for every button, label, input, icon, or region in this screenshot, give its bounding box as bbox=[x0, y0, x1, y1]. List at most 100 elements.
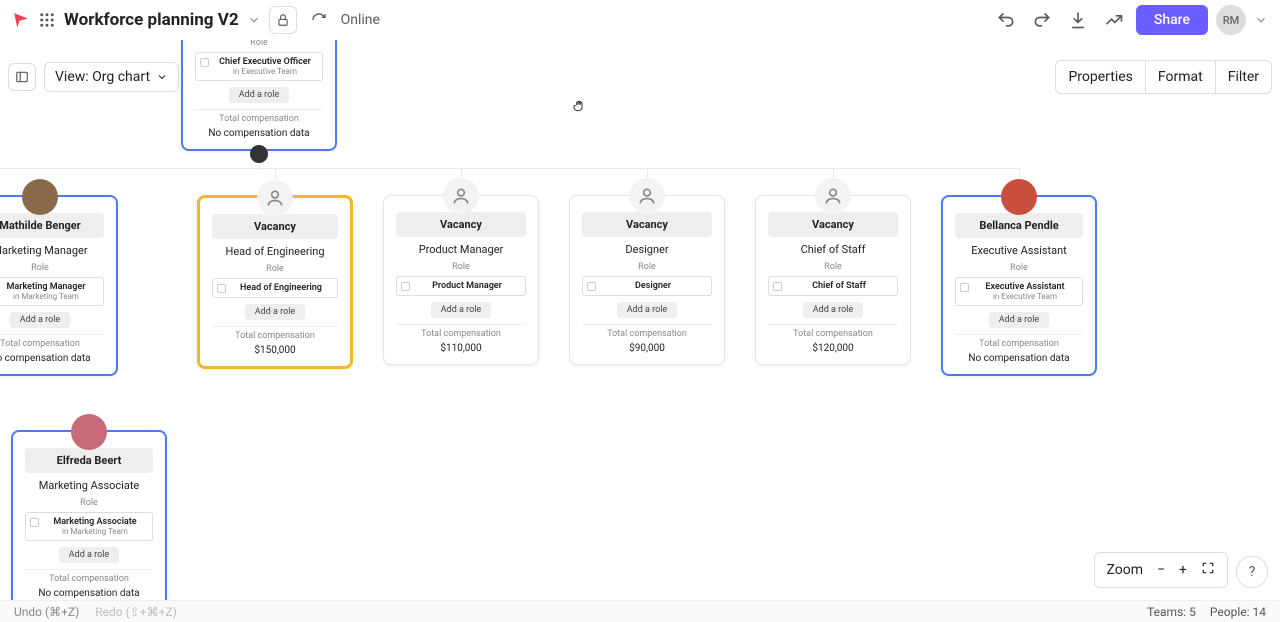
share-button[interactable]: Share bbox=[1136, 5, 1208, 35]
view-dropdown[interactable]: View: Org chart bbox=[44, 62, 179, 92]
person-subtitle: Marketing Associate bbox=[13, 479, 165, 492]
role-row[interactable]: Product Manager bbox=[396, 276, 526, 296]
person-name: Bellanca Pendle bbox=[959, 219, 1079, 232]
role-section-label: Role bbox=[200, 264, 350, 274]
divider bbox=[582, 324, 712, 325]
status-bar: Undo (⌘+Z) Redo (⇧+⌘+Z) Teams: 5 People:… bbox=[0, 600, 1280, 622]
card-product-manager[interactable]: Vacancy Product Manager Role Product Man… bbox=[383, 195, 539, 365]
role-section-label: Role bbox=[943, 263, 1095, 273]
divider bbox=[955, 334, 1083, 335]
lock-button[interactable] bbox=[269, 6, 297, 34]
chevron-down-icon bbox=[156, 71, 168, 83]
role-row[interactable]: Head of Engineering bbox=[212, 278, 338, 298]
download-button[interactable] bbox=[1064, 6, 1092, 34]
vacancy-avatar-icon bbox=[257, 180, 293, 216]
undo-hint: Undo (⌘+Z) bbox=[14, 605, 79, 619]
trend-button[interactable] bbox=[1100, 6, 1128, 34]
add-role-button[interactable]: Add a role bbox=[989, 312, 1049, 328]
comp-value: $90,000 bbox=[570, 343, 724, 354]
top-bar: Workforce planning V2 Online Share RM bbox=[0, 0, 1280, 40]
add-role-button[interactable]: Add a role bbox=[10, 312, 70, 328]
online-status: Online bbox=[341, 12, 380, 28]
comp-label: Total compensation bbox=[384, 329, 538, 339]
checkbox-icon[interactable] bbox=[587, 282, 596, 291]
role-team: in Executive Team bbox=[214, 67, 316, 76]
vacancy-avatar-icon bbox=[443, 178, 479, 214]
inspector-tabs: Properties Format Filter bbox=[1055, 60, 1272, 94]
role-row[interactable]: Chief Executive Officer in Executive Tea… bbox=[195, 52, 323, 81]
role-team: in Marketing Team bbox=[44, 527, 146, 536]
role-team: in Marketing Team bbox=[0, 292, 97, 301]
card-elfreda[interactable]: Elfreda Beert Marketing Associate Role M… bbox=[11, 430, 167, 600]
tab-properties[interactable]: Properties bbox=[1056, 61, 1144, 93]
comp-value: $110,000 bbox=[384, 343, 538, 354]
person-name: Mathilde Benger bbox=[0, 219, 100, 232]
zoom-out-button[interactable]: − bbox=[1157, 562, 1165, 578]
chevron-down-icon[interactable] bbox=[247, 13, 261, 27]
checkbox-icon[interactable] bbox=[401, 282, 410, 291]
people-count: People: 14 bbox=[1210, 605, 1266, 619]
refresh-button[interactable] bbox=[305, 6, 333, 34]
tab-format[interactable]: Format bbox=[1145, 61, 1215, 93]
card-chief-of-staff[interactable]: Vacancy Chief of Staff Role Chief of Sta… bbox=[755, 195, 911, 365]
role-title: Chief Executive Officer bbox=[214, 57, 316, 67]
card-mathilde[interactable]: Mathilde Benger Marketing Manager Role M… bbox=[0, 195, 118, 376]
redo-button[interactable] bbox=[1028, 6, 1056, 34]
undo-button[interactable] bbox=[992, 6, 1020, 34]
role-row[interactable]: Designer bbox=[582, 276, 712, 296]
vacancy-label: Vacancy bbox=[586, 218, 708, 231]
comp-label: Total compensation bbox=[943, 339, 1095, 349]
user-avatar[interactable]: RM bbox=[1216, 5, 1246, 35]
view-dropdown-label: View: Org chart bbox=[55, 69, 150, 85]
role-title: Product Manager bbox=[415, 281, 519, 291]
fullscreen-button[interactable] bbox=[1201, 561, 1215, 579]
card-designer[interactable]: Vacancy Designer Role Designer Add a rol… bbox=[569, 195, 725, 365]
apps-grid-icon[interactable] bbox=[38, 11, 56, 29]
zoom-label: Zoom bbox=[1107, 562, 1144, 578]
divider bbox=[195, 109, 323, 110]
teams-count: Teams: 5 bbox=[1147, 605, 1196, 619]
document-title[interactable]: Workforce planning V2 bbox=[64, 10, 239, 30]
role-row[interactable]: Marketing Manager in Marketing Team bbox=[0, 277, 104, 306]
vacancy-label: Vacancy bbox=[216, 220, 334, 233]
role-row[interactable]: Executive Assistant in Executive Team bbox=[955, 277, 1083, 306]
add-role-button[interactable]: Add a role bbox=[229, 87, 289, 103]
add-role-button[interactable]: Add a role bbox=[59, 547, 119, 563]
vacancy-label: Vacancy bbox=[400, 218, 522, 231]
tab-filter[interactable]: Filter bbox=[1215, 61, 1271, 93]
card-bellanca[interactable]: Bellanca Pendle Executive Assistant Role… bbox=[941, 195, 1097, 376]
add-role-button[interactable]: Add a role bbox=[803, 302, 863, 318]
checkbox-icon[interactable] bbox=[30, 518, 39, 527]
checkbox-icon[interactable] bbox=[200, 58, 209, 67]
add-role-button[interactable]: Add a role bbox=[617, 302, 677, 318]
add-role-button[interactable]: Add a role bbox=[431, 302, 491, 318]
divider bbox=[0, 334, 104, 335]
redo-hint: Redo (⇧+⌘+Z) bbox=[95, 605, 177, 619]
comp-value: No compensation data bbox=[0, 353, 116, 364]
org-chart-canvas[interactable]: Role Chief Executive Officer in Executiv… bbox=[0, 40, 1280, 600]
help-button[interactable]: ? bbox=[1236, 556, 1268, 588]
divider bbox=[396, 324, 526, 325]
role-title: Chief of Staff bbox=[787, 281, 891, 291]
avatar bbox=[1001, 179, 1037, 215]
toggle-panel-button[interactable] bbox=[8, 63, 36, 91]
card-head-engineering[interactable]: Vacancy Head of Engineering Role Head of… bbox=[197, 195, 353, 369]
role-row[interactable]: Chief of Staff bbox=[768, 276, 898, 296]
checkbox-icon[interactable] bbox=[773, 282, 782, 291]
comp-value: No compensation data bbox=[13, 588, 165, 599]
grab-cursor-icon bbox=[572, 98, 588, 114]
role-row[interactable]: Marketing Associate in Marketing Team bbox=[25, 512, 153, 541]
add-role-button[interactable]: Add a role bbox=[245, 304, 305, 320]
role-title: Marketing Manager bbox=[0, 282, 97, 292]
role-title: Marketing Associate bbox=[44, 517, 146, 527]
role-section-label: Role bbox=[384, 262, 538, 272]
checkbox-icon[interactable] bbox=[960, 283, 969, 292]
card-ceo[interactable]: Role Chief Executive Officer in Executiv… bbox=[181, 40, 337, 151]
comp-label: Total compensation bbox=[570, 329, 724, 339]
comp-value: $120,000 bbox=[756, 343, 910, 354]
divider bbox=[212, 326, 338, 327]
role-section-label: Role bbox=[756, 262, 910, 272]
checkbox-icon[interactable] bbox=[217, 284, 226, 293]
user-menu-chevron-icon[interactable] bbox=[1254, 13, 1268, 27]
zoom-in-button[interactable]: + bbox=[1179, 562, 1187, 578]
